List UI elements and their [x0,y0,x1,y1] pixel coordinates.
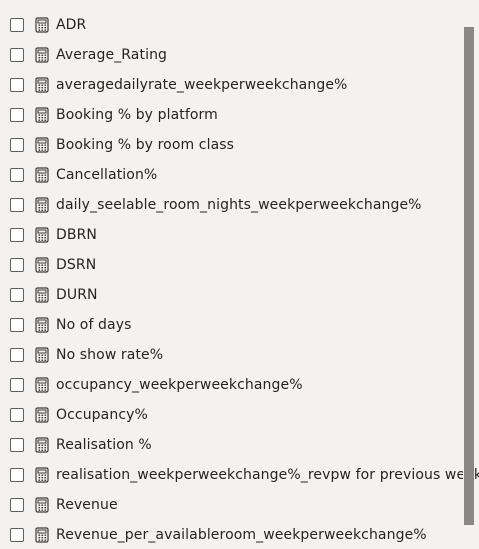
field-checkbox[interactable] [10,78,24,92]
calculator-icon [35,137,49,153]
calculator-icon [35,527,49,543]
field-checkbox[interactable] [10,168,24,182]
field-label: ADR [56,17,87,33]
calculator-icon [35,317,49,333]
field-row[interactable]: Revenue [0,490,462,520]
field-label: Revenue [56,497,118,513]
field-label: Booking % by room class [56,137,235,153]
calculator-icon [35,227,49,243]
field-label: realisation_weekperweekchange%_revpw for… [56,467,479,483]
field-checkbox[interactable] [10,18,24,32]
calculator-icon [35,167,49,183]
field-row[interactable]: Cancellation% [0,160,462,190]
field-label: Cancellation% [56,167,158,183]
field-row[interactable]: DBRN [0,220,462,250]
field-row[interactable]: DURN [0,280,462,310]
field-label: Average_Rating [56,47,168,63]
field-label: Realisation % [56,437,152,453]
field-label: DSRN [56,257,97,273]
calculator-icon [35,437,49,453]
field-row[interactable]: Booking % by platform [0,100,462,130]
field-row[interactable]: daily_seelable_room_nights_weekperweekch… [0,190,462,220]
field-row[interactable]: averagedailyrate_weekperweekchange% [0,70,462,100]
field-label: averagedailyrate_weekperweekchange% [56,77,348,93]
field-row[interactable]: ADR [0,10,462,40]
calculator-icon [35,257,49,273]
calculator-icon [35,107,49,123]
field-row[interactable]: Revenue_per_availableroom_weekperweekcha… [0,520,462,549]
field-row[interactable]: No show rate% [0,340,462,370]
field-label: daily_seelable_room_nights_weekperweekch… [56,197,422,213]
calculator-icon [35,497,49,513]
field-checkbox[interactable] [10,288,24,302]
calculator-icon [35,287,49,303]
calculator-icon [35,47,49,63]
calculator-icon [35,197,49,213]
field-label: No of days [56,317,132,333]
field-row[interactable]: Occupancy% [0,400,462,430]
field-checkbox[interactable] [10,528,24,542]
field-checkbox[interactable] [10,498,24,512]
field-checkbox[interactable] [10,258,24,272]
field-checkbox[interactable] [10,408,24,422]
measure-field-list: ADR Average_Rating averagedailyrate_weekpe… [0,10,479,549]
field-row[interactable]: realisation_weekperweekchange%_revpw for… [0,460,479,490]
calculator-icon [35,407,49,423]
field-checkbox[interactable] [10,468,24,482]
field-checkbox[interactable] [10,198,24,212]
field-label: Booking % by platform [56,107,218,123]
calculator-icon [35,17,49,33]
field-checkbox[interactable] [10,318,24,332]
vertical-scrollbar-thumb[interactable] [464,27,474,525]
field-checkbox[interactable] [10,348,24,362]
field-row[interactable]: Realisation % [0,430,462,460]
field-checkbox[interactable] [10,438,24,452]
field-row[interactable]: No of days [0,310,462,340]
calculator-icon [35,467,49,483]
field-label: DBRN [56,227,97,243]
calculator-icon [35,347,49,363]
calculator-icon [35,377,49,393]
field-label: Revenue_per_availableroom_weekperweekcha… [56,527,427,543]
field-row[interactable]: Average_Rating [0,40,462,70]
field-label: DURN [56,287,98,303]
field-checkbox[interactable] [10,108,24,122]
field-checkbox[interactable] [10,48,24,62]
field-checkbox[interactable] [10,228,24,242]
field-label: occupancy_weekperweekchange% [56,377,303,393]
field-row[interactable]: DSRN [0,250,462,280]
field-row[interactable]: Booking % by room class [0,130,462,160]
field-label: Occupancy% [56,407,148,423]
field-label: No show rate% [56,347,164,363]
field-checkbox[interactable] [10,138,24,152]
field-row[interactable]: occupancy_weekperweekchange% [0,370,462,400]
calculator-icon [35,77,49,93]
fields-pane: ADR Average_Rating averagedailyrate_weekpe… [0,0,479,549]
field-checkbox[interactable] [10,378,24,392]
